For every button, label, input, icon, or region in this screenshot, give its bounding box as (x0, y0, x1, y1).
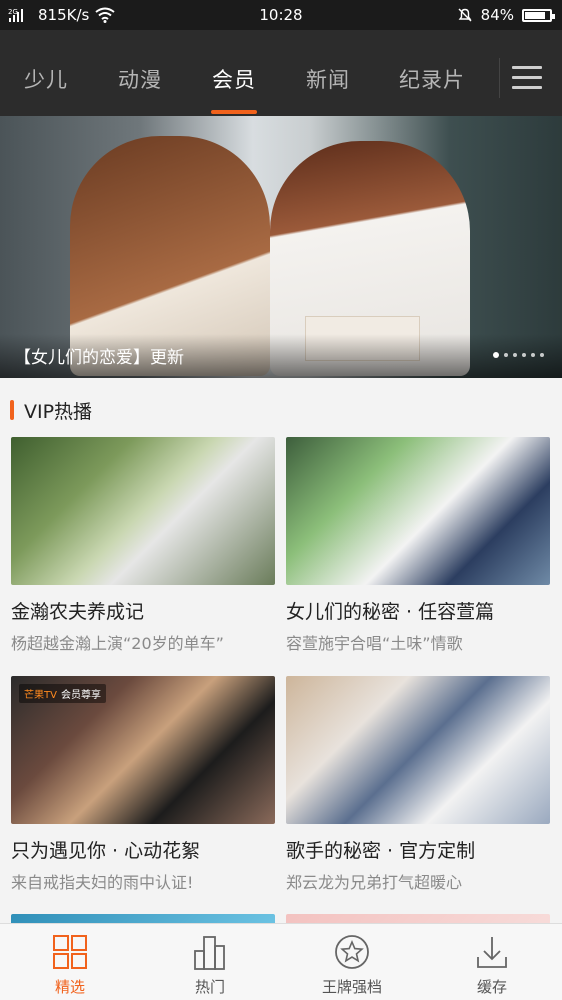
section-title: VIP热播 (24, 400, 93, 423)
section-header: VIP热播 (10, 398, 93, 423)
video-subtitle: 来自戒指夫妇的雨中认证! (11, 873, 194, 892)
channel-tab-documentary[interactable]: 纪录片 (399, 64, 465, 94)
video-thumbnail (286, 437, 550, 585)
channel-tab-vip[interactable]: 会员 (212, 64, 256, 94)
video-subtitle: 郑云龙为兄弟打气超暖心 (286, 873, 463, 892)
bottom-nav: 精选 热门 王牌强档 缓存 (0, 923, 562, 1000)
video-subtitle: 容萱施宇合唱“土味”情歌 (286, 634, 463, 653)
video-card[interactable]: 芒果TV 会员尊享 只为遇见你 · 心动花絮 来自戒指夫妇的雨中认证! (11, 676, 275, 893)
video-card[interactable]: 歌手的秘密 · 官方定制 郑云龙为兄弟打气超暖心 (286, 676, 550, 893)
active-channel-indicator (211, 110, 257, 114)
pagination-dot (504, 353, 508, 357)
grid-icon (53, 935, 87, 969)
bell-off-icon (458, 8, 472, 22)
video-thumbnail: 芒果TV 会员尊享 (11, 676, 275, 824)
video-card[interactable]: 女儿们的秘密 · 任容萱篇 容萱施宇合唱“土味”情歌 (286, 437, 550, 654)
status-right: 84% (457, 6, 555, 24)
banner-caption: 【女儿们的恋爱】更新 (14, 348, 184, 368)
tab-downloads[interactable]: 缓存 (422, 924, 562, 1000)
status-bar: 2G 815K/s 10:28 84% (0, 0, 562, 30)
pagination-dot (531, 353, 535, 357)
tab-hot[interactable]: 热门 (140, 924, 280, 1000)
nav-divider (499, 58, 500, 98)
menu-icon[interactable] (512, 66, 542, 90)
battery-level (525, 11, 545, 19)
pagination-dot (513, 353, 517, 357)
battery-percent: 84% (480, 6, 514, 24)
video-thumbnail (286, 676, 550, 824)
video-title: 歌手的秘密 · 官方定制 (286, 840, 476, 862)
channel-nav: 少儿 动漫 会员 新闻 纪录片 (0, 30, 562, 116)
channel-tab-kids[interactable]: 少儿 (24, 64, 68, 94)
video-title: 只为遇见你 · 心动花絮 (11, 840, 201, 862)
tab-top-shows[interactable]: 王牌强档 (282, 924, 422, 1000)
hero-banner[interactable]: 【女儿们的恋爱】更新 (0, 116, 562, 378)
section-accent-mark (10, 400, 14, 420)
star-circle-icon (335, 935, 369, 969)
video-title: 女儿们的秘密 · 任容萱篇 (286, 601, 495, 623)
battery-icon (522, 8, 555, 22)
pagination-dot (522, 353, 526, 357)
video-title: 金瀚农夫养成记 (11, 601, 145, 623)
tab-label: 热门 (194, 978, 225, 996)
channel-tab-news[interactable]: 新闻 (306, 64, 350, 94)
download-icon (477, 937, 507, 968)
tab-label: 王牌强档 (321, 978, 382, 996)
banner-pagination (493, 352, 544, 358)
video-card[interactable]: 金瀚农夫养成记 杨超越金瀚上演“20岁的单车” (11, 437, 275, 654)
mango-tv-badge: 芒果TV 会员尊享 (19, 684, 106, 703)
bar-chart-icon (194, 936, 225, 970)
video-thumbnail (11, 437, 275, 585)
channel-tab-anime[interactable]: 动漫 (118, 64, 162, 94)
video-subtitle: 杨超越金瀚上演“20岁的单车” (11, 634, 224, 653)
pagination-dot (493, 352, 499, 358)
tab-featured[interactable]: 精选 (0, 924, 140, 1000)
tab-label: 精选 (54, 978, 85, 996)
pagination-dot (540, 353, 544, 357)
tab-label: 缓存 (476, 978, 507, 996)
